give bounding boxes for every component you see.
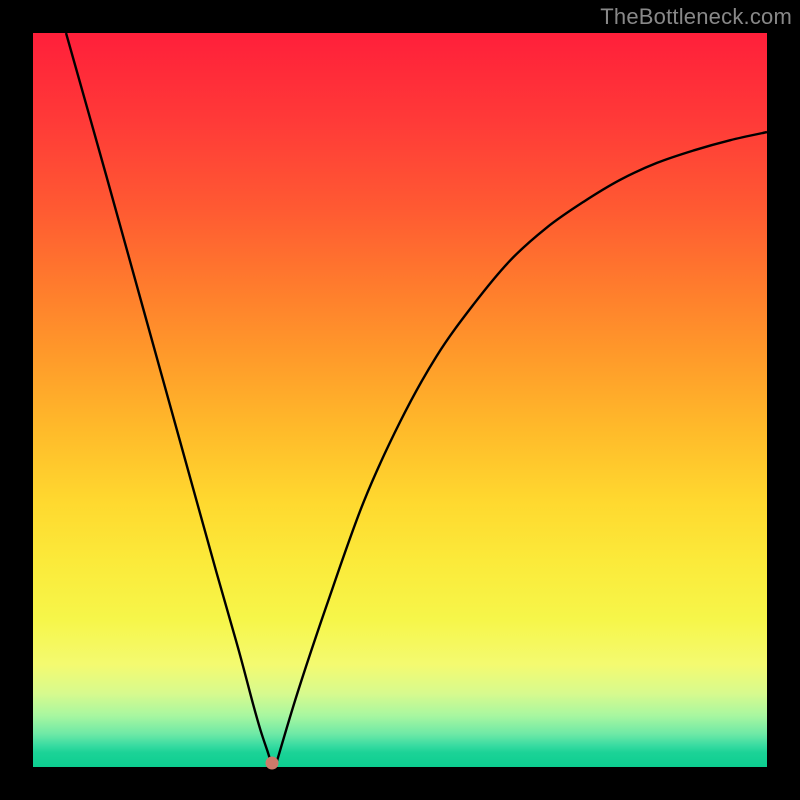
chart-frame: TheBottleneck.com	[0, 0, 800, 800]
plot-area	[33, 33, 767, 767]
watermark-text: TheBottleneck.com	[600, 4, 792, 30]
bottleneck-curve	[33, 33, 767, 767]
optimal-point-marker	[265, 757, 278, 770]
